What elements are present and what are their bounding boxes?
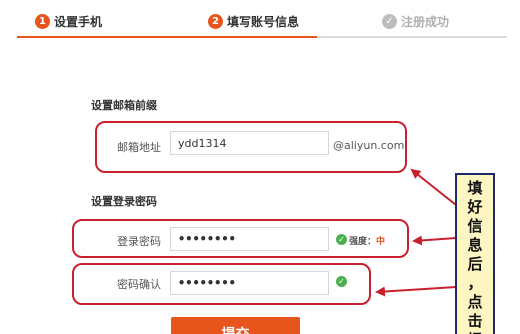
annotation-char: ， xyxy=(467,274,483,292)
arrow-to-confirm xyxy=(375,286,457,297)
annotation-char: 信 xyxy=(467,217,483,235)
annotation-arrows xyxy=(375,168,457,297)
annotation-char: 好 xyxy=(467,198,483,216)
annotation-char: 点 xyxy=(467,293,483,311)
arrow-to-email xyxy=(410,168,457,206)
annotation-text: 填 好 信 息 后 ， 点 击 提 xyxy=(457,179,493,334)
annotation-char: 填 xyxy=(467,179,483,197)
annotation-char: 息 xyxy=(467,236,483,254)
annotation-char: 后 xyxy=(467,255,483,273)
annotation-char: 击 xyxy=(467,312,483,330)
annotation-callout: 填 好 信 息 后 ， 点 击 提 xyxy=(455,173,495,334)
arrow-to-password xyxy=(412,235,457,246)
